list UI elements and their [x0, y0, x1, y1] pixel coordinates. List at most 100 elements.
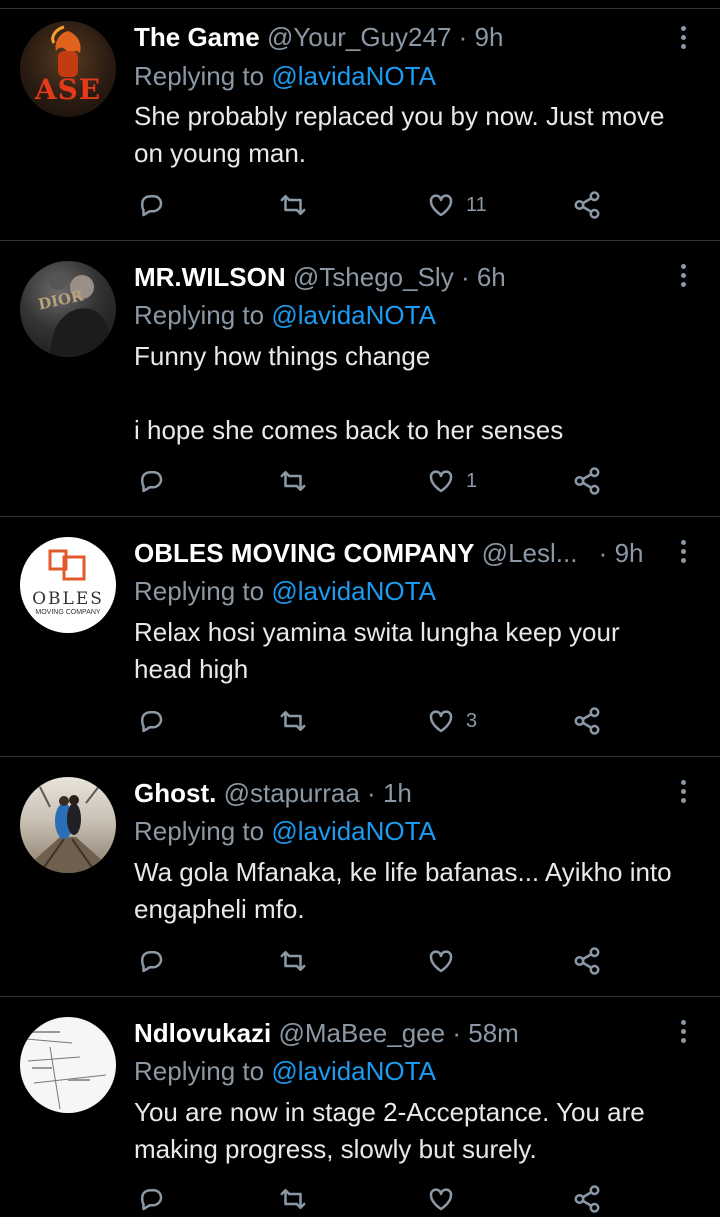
tweet-text: Relax hosi yamina swita lungha keep your… [134, 617, 620, 684]
user-handle[interactable]: @stapurraa [224, 778, 360, 808]
avatar[interactable]: DIOR [20, 261, 116, 357]
tweet-item[interactable]: ASE The Game @Your_Guy247 · 9h Replying … [0, 9, 720, 241]
tweet-header: MR.WILSON @Tshego_Sly · 6h [134, 259, 660, 295]
replying-label: Replying to [134, 61, 265, 91]
share-button[interactable] [572, 463, 602, 499]
retweet-icon [280, 1189, 306, 1209]
display-name[interactable]: Ghost. [134, 778, 216, 808]
tweet-actions: 3 [134, 703, 614, 739]
separator-dot: · [458, 22, 468, 52]
reply-icon [141, 711, 163, 733]
timestamp[interactable]: 58m [468, 1018, 519, 1048]
share-icon [574, 1185, 600, 1213]
like-button[interactable]: 1 [426, 463, 477, 499]
user-handle[interactable]: @MaBee_gee [278, 1018, 445, 1048]
retweet-button[interactable] [278, 187, 308, 223]
more-icon[interactable] [668, 257, 698, 293]
share-button[interactable] [572, 943, 602, 979]
like-icon [429, 1188, 453, 1211]
user-handle[interactable]: @Lesl... [482, 535, 578, 571]
tweet-actions [134, 943, 614, 979]
reply-button[interactable] [136, 703, 166, 739]
separator-dot: · [367, 778, 376, 808]
retweet-icon [280, 195, 306, 215]
like-icon [429, 194, 453, 217]
reply-button[interactable] [136, 463, 166, 499]
display-name[interactable]: Ndlovukazi [134, 1018, 271, 1048]
mention-link[interactable]: @lavidaNOTA [271, 61, 436, 91]
more-icon[interactable] [668, 533, 698, 569]
like-button[interactable]: 3 [426, 703, 477, 739]
tweet-actions: 11 [134, 187, 614, 223]
separator-dot: · [452, 1018, 462, 1048]
retweet-icon [280, 711, 306, 731]
tweet-item[interactable]: Ndlovukazi @MaBee_gee · 58m Replying to … [0, 997, 720, 1213]
share-button[interactable] [572, 1181, 602, 1217]
replying-to: Replying to @lavidaNOTA [134, 59, 436, 93]
avatar[interactable] [20, 777, 116, 873]
like-button[interactable] [426, 943, 466, 979]
more-icon[interactable] [668, 19, 698, 55]
tweet-item[interactable]: DIOR MR.WILSON @Tshego_Sly · 6h Replying… [0, 241, 720, 517]
tweet-item[interactable]: Ghost. @stapurraa · 1h Replying to @lavi… [0, 757, 720, 997]
share-button[interactable] [572, 187, 602, 223]
reply-button[interactable] [136, 943, 166, 979]
user-handle[interactable]: @Tshego_Sly [293, 262, 454, 292]
separator-dot: · [460, 262, 470, 292]
retweet-icon [280, 471, 306, 491]
separator-dot: · [598, 538, 608, 568]
timestamp[interactable]: 6h [477, 262, 506, 292]
reply-button[interactable] [136, 187, 166, 223]
share-button[interactable] [572, 703, 602, 739]
avatar-logo-subtext: MOVING COMPANY [35, 609, 101, 616]
avatar[interactable]: ASE [20, 21, 116, 117]
avatar-logo-text: ASE [34, 73, 102, 106]
like-icon [429, 470, 453, 493]
display-name[interactable]: OBLES MOVING COMPANY [134, 538, 474, 568]
like-button[interactable]: 11 [426, 187, 487, 223]
replying-label: Replying to [134, 576, 265, 606]
like-count: 11 [466, 193, 487, 216]
retweet-icon [280, 951, 306, 971]
more-icon[interactable] [668, 1013, 698, 1049]
tweet-text: You are now in stage 2-Acceptance. You a… [134, 1097, 645, 1164]
mention-link[interactable]: @lavidaNOTA [271, 1056, 436, 1086]
tweet-item[interactable]: OBLES MOVING COMPANY OBLES MOVING COMPAN… [0, 517, 720, 757]
avatar-logo-text: OBLES [32, 589, 104, 609]
user-handle[interactable]: @Your_Guy247 [267, 22, 451, 52]
share-icon [574, 707, 600, 735]
like-button[interactable] [426, 1181, 456, 1217]
timestamp[interactable]: 9h [615, 538, 644, 568]
like-icon [429, 950, 453, 973]
like-count: 3 [466, 709, 478, 732]
retweet-button[interactable] [278, 703, 308, 739]
timestamp[interactable]: 1h [383, 778, 412, 808]
tweet-text: Wa gola Mfanaka, ke life bafanas... Ayik… [134, 857, 672, 924]
avatar[interactable]: OBLES MOVING COMPANY [20, 537, 116, 633]
replying-label: Replying to [134, 816, 265, 846]
retweet-button[interactable] [278, 1181, 308, 1217]
tweet-header: Ghost. @stapurraa · 1h [134, 775, 660, 811]
display-name[interactable]: MR.WILSON [134, 262, 286, 292]
share-icon [574, 947, 600, 975]
tweet-header: Ndlovukazi @MaBee_gee · 58m [134, 1015, 660, 1051]
reply-button[interactable] [136, 1181, 166, 1217]
tweet-text: Funny how things change i hope she comes… [134, 341, 564, 445]
mention-link[interactable]: @lavidaNOTA [271, 576, 436, 606]
tweet-header: The Game @Your_Guy247 · 9h [134, 19, 660, 55]
more-icon[interactable] [668, 773, 698, 809]
replying-to: Replying to @lavidaNOTA [134, 298, 436, 332]
timestamp[interactable]: 9h [475, 22, 504, 52]
display-name[interactable]: The Game [134, 22, 260, 52]
like-count: 1 [466, 469, 478, 492]
mention-link[interactable]: @lavidaNOTA [271, 816, 436, 846]
avatar[interactable] [20, 1017, 116, 1113]
reply-icon [141, 195, 163, 217]
like-icon [429, 710, 453, 733]
retweet-button[interactable] [278, 943, 308, 979]
mention-link[interactable]: @lavidaNOTA [271, 300, 436, 330]
retweet-button[interactable] [278, 463, 308, 499]
replying-label: Replying to [134, 300, 265, 330]
share-icon [574, 467, 600, 495]
replying-to: Replying to @lavidaNOTA [134, 1054, 436, 1088]
